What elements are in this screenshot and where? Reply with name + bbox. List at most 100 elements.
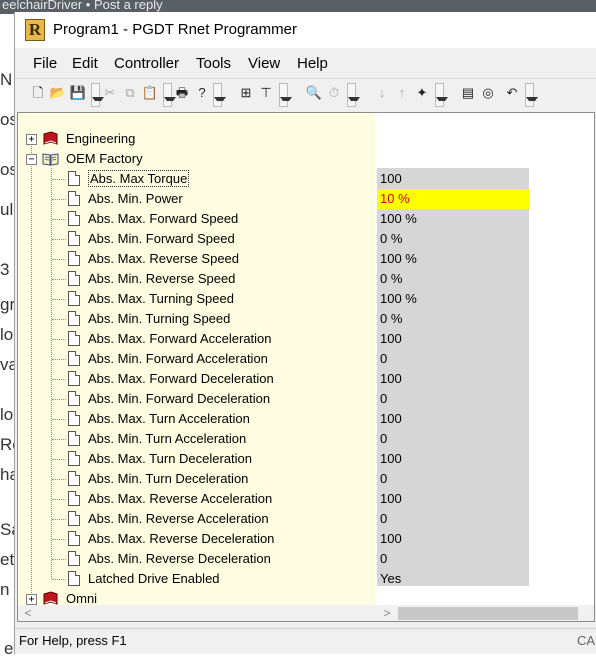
tree-node-oem-factory[interactable]: − OEM Factory — [18, 149, 594, 169]
tree-setting-row[interactable]: Abs. Min. Reverse Deceleration 0 — [18, 549, 594, 569]
tree-setting-row[interactable]: Abs. Min. Forward Speed 0 % — [18, 229, 594, 249]
tree-setting-row[interactable]: Abs. Max. Reverse Deceleration 100 — [18, 529, 594, 549]
tree-setting-row[interactable]: Abs. Max. Turn Acceleration 100 — [18, 409, 594, 429]
tree-setting-row[interactable]: Abs. Max. Reverse Acceleration 100 — [18, 489, 594, 509]
title-bar[interactable]: R Program1 - PGDT Rnet Programmer — [15, 12, 596, 48]
setting-value[interactable]: 100 — [380, 411, 402, 426]
undo-icon[interactable]: ↶ — [503, 84, 521, 102]
toolbar-dropdown-arrow[interactable] — [347, 83, 360, 107]
menu-help[interactable]: Help — [293, 55, 332, 72]
setting-value[interactable]: 0 % — [380, 271, 402, 286]
save-icon[interactable]: 💾 — [69, 84, 87, 102]
setting-value[interactable]: 0 — [380, 551, 387, 566]
setting-value[interactable]: 100 % — [380, 251, 417, 266]
setting-value[interactable]: 0 — [380, 431, 387, 446]
setting-value[interactable]: 0 % — [380, 311, 402, 326]
tree-setting-row[interactable]: Abs. Max. Turning Speed 100 % — [18, 289, 594, 309]
filter-icon[interactable]: ⊤ — [257, 84, 275, 102]
toolbar-dropdown-arrow[interactable] — [525, 83, 538, 107]
setting-value[interactable]: 100 — [380, 331, 402, 346]
tree-setting-row[interactable]: Abs. Min. Turn Deceleration 0 — [18, 469, 594, 489]
timer-icon[interactable]: ⏱ — [325, 84, 343, 102]
tree-setting-row[interactable]: Abs. Min. Forward Acceleration 0 — [18, 349, 594, 369]
setting-value[interactable]: 100 — [380, 451, 402, 466]
tree-connector — [52, 299, 66, 300]
tree-connector — [52, 539, 66, 540]
setting-value[interactable]: 0 — [380, 511, 387, 526]
wand-icon[interactable]: ✦ — [413, 84, 431, 102]
closed-book-icon — [43, 591, 58, 605]
tree-connector — [52, 199, 66, 200]
tree-setting-row[interactable]: Abs. Min. Forward Deceleration 0 — [18, 389, 594, 409]
menu-file[interactable]: File — [29, 55, 61, 72]
down-arrow-icon[interactable]: ↓ — [373, 84, 391, 102]
tree-node-engineering[interactable]: + Engineering — [18, 129, 594, 149]
closed-book-icon — [43, 131, 58, 145]
tree-setting-row[interactable]: Abs. Min. Turn Acceleration 0 — [18, 429, 594, 449]
copy-icon[interactable]: ⧉ — [121, 84, 139, 102]
setting-value[interactable]: 0 — [380, 471, 387, 486]
expand-icon[interactable]: + — [26, 594, 37, 605]
tree-setting-row[interactable]: Abs. Max. Turn Deceleration 100 — [18, 449, 594, 469]
find-icon[interactable]: 🔍 — [305, 84, 323, 102]
open-icon[interactable]: 📂 — [49, 84, 67, 102]
expand-icon[interactable]: + — [26, 134, 37, 145]
tree-setting-row[interactable]: Abs. Min. Power 10 % — [18, 189, 594, 209]
tree-connector — [52, 459, 66, 460]
tree-expand-icon[interactable]: ⊞ — [237, 84, 255, 102]
setting-value[interactable]: 0 % — [380, 231, 402, 246]
status-bar: For Help, press F1 CA — [15, 628, 596, 652]
tree-connector — [52, 479, 66, 480]
app-icon[interactable]: R — [25, 19, 45, 41]
new-icon[interactable]: 🗋 — [29, 84, 47, 102]
tree-setting-row[interactable]: Abs. Min. Reverse Acceleration 0 — [18, 509, 594, 529]
tree-setting-row[interactable]: Abs. Min. Reverse Speed 0 % — [18, 269, 594, 289]
compare-icon[interactable]: ▤ — [459, 84, 477, 102]
cut-icon[interactable]: ✂ — [101, 84, 119, 102]
help-icon[interactable]: ? — [193, 84, 211, 102]
tree-setting-row[interactable]: Abs. Max. Forward Deceleration 100 — [18, 369, 594, 389]
scrollbar-thumb[interactable] — [398, 607, 578, 620]
toolbar-dropdown-arrow[interactable] — [163, 83, 176, 107]
setting-value[interactable]: 100 — [380, 371, 402, 386]
binoculars-icon[interactable]: ◎ — [479, 84, 497, 102]
menu-edit[interactable]: Edit — [68, 55, 102, 72]
setting-value[interactable]: 10 % — [380, 191, 410, 206]
tree-setting-row[interactable]: Abs. Max. Reverse Speed 100 % — [18, 249, 594, 269]
setting-value[interactable]: 100 — [380, 491, 402, 506]
setting-value[interactable]: 100 — [380, 531, 402, 546]
print-icon[interactable]: 🖶 — [173, 84, 191, 102]
background-text-fragment: lo — [0, 325, 14, 344]
tree-setting-row[interactable]: Abs. Max. Forward Speed 100 % — [18, 209, 594, 229]
settings-tree[interactable]: + Engineering − OEM Factory Abs. Max Tor… — [17, 112, 595, 622]
setting-value[interactable]: 0 — [380, 351, 387, 366]
tree-setting-row[interactable]: Abs. Max. Forward Acceleration 100 — [18, 329, 594, 349]
tree-setting-row[interactable]: Latched Drive Enabled Yes — [18, 569, 594, 589]
menu-controller[interactable]: Controller — [110, 55, 183, 72]
setting-value[interactable]: 100 % — [380, 211, 417, 226]
tree-setting-row[interactable]: Abs. Max Torque 100 — [18, 169, 594, 189]
tree-connector — [52, 439, 66, 440]
scroll-right-icon[interactable]: > — [380, 606, 394, 620]
setting-value[interactable]: 0 — [380, 391, 387, 406]
toolbar-dropdown-arrow[interactable] — [213, 83, 226, 107]
setting-value[interactable]: 100 — [380, 171, 402, 186]
tree-setting-row[interactable]: Abs. Min. Turning Speed 0 % — [18, 309, 594, 329]
setting-label: Abs. Max. Reverse Speed — [88, 251, 240, 266]
browser-tab-title[interactable]: eelchairDriver • Post a reply — [2, 0, 163, 12]
tree-connector — [52, 359, 66, 360]
toolbar-dropdown-arrow[interactable] — [91, 83, 104, 107]
toolbar-dropdown-arrow[interactable] — [435, 83, 448, 107]
collapse-icon[interactable]: − — [26, 154, 37, 165]
setting-value[interactable]: Yes — [380, 571, 401, 586]
toolbar-dropdown-arrow[interactable] — [279, 83, 292, 107]
menu-view[interactable]: View — [244, 55, 284, 72]
paste-icon[interactable]: 📋 — [141, 84, 159, 102]
menu-tools[interactable]: Tools — [192, 55, 235, 72]
setting-value[interactable]: 100 % — [380, 291, 417, 306]
document-icon — [68, 291, 80, 306]
scroll-left-icon[interactable]: < — [21, 606, 35, 620]
horizontal-scrollbar[interactable]: < > — [18, 605, 594, 621]
up-arrow-icon[interactable]: ↑ — [393, 84, 411, 102]
tree-node-label: Omni — [66, 591, 98, 606]
